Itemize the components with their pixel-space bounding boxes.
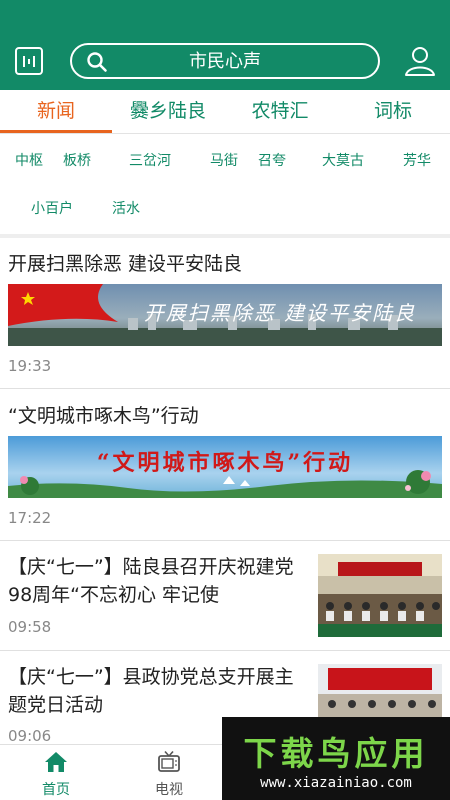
tab-cibiao[interactable]: 词标: [336, 90, 450, 133]
row-divider: [0, 540, 450, 541]
news-thumbnail-image[interactable]: [318, 554, 442, 637]
region-damogu[interactable]: 大莫古: [322, 152, 364, 170]
region-xiaobaihu[interactable]: 小百户: [31, 200, 73, 218]
region-sanchahe[interactable]: 三岔河: [129, 152, 171, 170]
row-divider: [0, 388, 450, 389]
news-time: 19:33: [8, 357, 52, 375]
region-fanghua[interactable]: 芳华: [403, 152, 431, 170]
news-title[interactable]: 【庆“七一”】县政协党总支开展主题党日活动: [8, 663, 308, 719]
home-icon: [45, 752, 67, 772]
region-huoshui[interactable]: 活水: [112, 200, 140, 218]
news-title[interactable]: 【庆“七一”】陆良县召开庆祝建党98周年“不忘初心 牢记使: [8, 553, 308, 609]
row-divider: [0, 650, 450, 651]
user-icon[interactable]: [403, 44, 437, 78]
nav-home-label: 首页: [42, 782, 70, 798]
tv-icon: [158, 750, 180, 772]
news-banner-image[interactable]: 开展扫黑除恶 建设平安陆良: [8, 284, 442, 346]
region-zhongshu[interactable]: 中枢: [15, 152, 43, 170]
menu-square-icon[interactable]: [15, 47, 43, 75]
news-title[interactable]: “文明城市啄木鸟”行动: [8, 403, 199, 429]
app-page: 市民心声 新闻 爨乡陆良 农特汇 词标 中枢 板桥 三岔河 马街 召夸 大莫古 …: [0, 0, 450, 800]
nav-tv[interactable]: 电视: [141, 745, 197, 800]
search-bar[interactable]: 市民心声: [70, 43, 380, 79]
top-header: 市民心声: [0, 0, 450, 90]
watermark-url: www.xiazainiao.com: [260, 775, 412, 791]
search-placeholder: 市民心声: [189, 51, 261, 72]
news-time: 09:58: [8, 618, 52, 636]
watermark-logo: 下载鸟应用: [243, 734, 429, 773]
news-time: 17:22: [8, 509, 52, 527]
section-separator: [0, 234, 450, 238]
region-filter: 中枢 板桥 三岔河 马街 召夸 大莫古 芳华 小百户 活水: [0, 134, 450, 234]
region-zhaokua[interactable]: 召夸: [258, 152, 286, 170]
nav-home[interactable]: 首页: [28, 745, 84, 800]
region-majie[interactable]: 马街: [210, 152, 238, 170]
watermark-overlay: 下载鸟应用 www.xiazainiao.com: [222, 717, 450, 800]
tab-cuanxiang-luliang[interactable]: 爨乡陆良: [112, 90, 224, 133]
news-time: 09:06: [8, 727, 52, 745]
tab-news[interactable]: 新闻: [0, 90, 112, 133]
news-title[interactable]: 开展扫黑除恶 建设平安陆良: [8, 251, 242, 277]
region-banqiao[interactable]: 板桥: [63, 152, 91, 170]
banner-2-caption: “文明城市啄木鸟”行动: [97, 450, 353, 476]
news-thumbnail-image[interactable]: [318, 664, 442, 724]
banner-1-caption: 开展扫黑除恶 建设平安陆良: [144, 301, 416, 325]
news-banner-image[interactable]: “文明城市啄木鸟”行动: [8, 436, 442, 498]
tab-nongtehui[interactable]: 农特汇: [224, 90, 336, 133]
category-tabs: 新闻 爨乡陆良 农特汇 词标: [0, 90, 450, 133]
nav-tv-label: 电视: [155, 782, 183, 798]
